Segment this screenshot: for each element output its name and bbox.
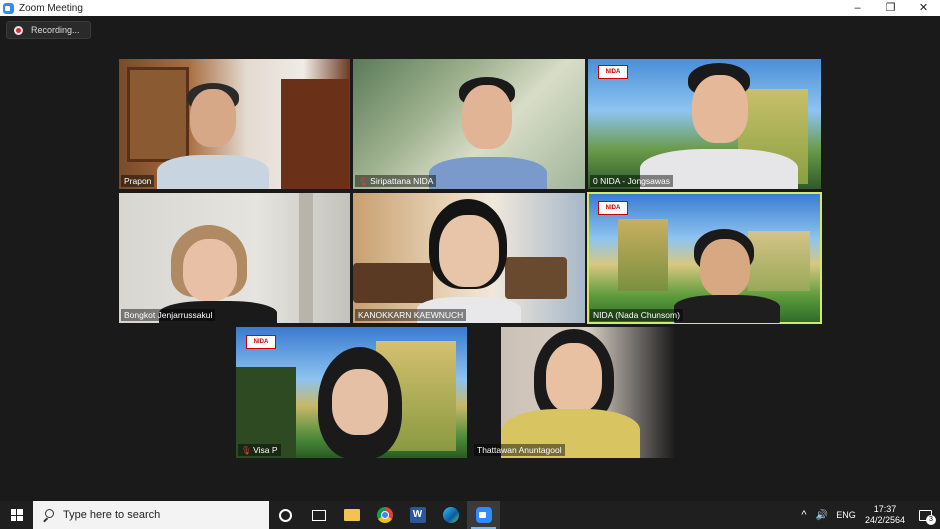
participant-name: Bongkot Jenjarrussakul [121,309,216,321]
participant-face [546,343,602,413]
action-center-button[interactable]: 3 [910,501,940,529]
edge-button[interactable] [434,501,467,529]
zoom-logo-icon [3,2,14,14]
zoom-meeting-window: Zoom Meeting – ❐ ✕ Recording... Prapon 🎙… [0,0,940,501]
participant-name: 🎙 Visa P [238,444,281,456]
wall-painting [127,67,189,162]
video-tile[interactable]: Thattawan Anuntagool [472,327,703,458]
clock-time: 17:37 [873,504,897,514]
nida-logo: NIDA [598,65,628,79]
zoom-icon [475,507,492,523]
participant-name: NIDA (Nada Chunsom) [590,309,683,321]
muted-mic-icon: 🎙 [241,446,252,455]
video-tile[interactable]: KANOKKARN KAEWNUCH [353,193,585,323]
participant-body [429,157,547,189]
tile-letterbox [472,327,501,458]
clock-date: 24/2/2564 [864,515,906,525]
background-building [618,219,668,291]
participant-face [462,85,512,149]
cortana-button[interactable] [269,501,302,529]
show-hidden-icons-button[interactable]: ^ [796,509,812,521]
background-building [748,231,810,291]
door-frame [299,193,313,323]
recording-indicator[interactable]: Recording... [6,21,91,39]
participant-face [190,89,236,147]
chrome-button[interactable] [368,501,401,529]
muted-mic-icon: 🎙 [358,177,369,186]
notification-count: 3 [926,515,936,525]
cortana-icon [279,508,292,522]
close-button[interactable]: ✕ [907,0,940,16]
bookshelf [281,79,349,189]
file-explorer-button[interactable] [335,501,368,529]
windows-logo-icon [10,509,23,521]
speaker-icon[interactable]: 🔊 [812,510,832,521]
chrome-icon [376,507,393,523]
task-view-icon [311,509,326,521]
participant-face [332,369,388,435]
participant-body [674,295,780,323]
video-tile-active-speaker[interactable]: NIDA NIDA (Nada Chunsom) [587,192,822,324]
video-tile[interactable]: NIDA 🎙 Visa P [236,327,467,458]
participant-face [183,239,237,301]
record-icon [14,25,23,35]
system-tray: ^ 🔊 ENG 17:37 24/2/2564 3 [796,501,940,529]
edge-icon [442,507,459,523]
participant-face [700,239,750,297]
video-tile[interactable]: Bongkot Jenjarrussakul [119,193,350,323]
taskbar-search-box[interactable]: Type here to search [33,501,269,529]
video-tile[interactable]: NIDA 0 NIDA - Jongsawas [588,59,821,189]
language-indicator[interactable]: ENG [832,510,860,520]
participant-name: KANOKKARN KAEWNUCH [355,309,467,321]
participant-name: Prapon [121,175,155,187]
word-icon: W [409,507,426,523]
participant-body [157,155,269,189]
participant-name: 🎙 Siripattana NIDA [355,175,437,187]
window-title: Zoom Meeting [19,2,83,14]
background-sofa [353,263,433,303]
video-tile[interactable]: 🎙 Siripattana NIDA [353,59,585,189]
participant-name: Thattawan Anuntagool [474,444,565,456]
windows-taskbar: Type here to search W ^ 🔊 ENG 17:37 24/2… [0,501,940,529]
video-tile[interactable]: Prapon [119,59,350,189]
clock[interactable]: 17:37 24/2/2564 [860,504,910,526]
background-chair [505,257,567,299]
nida-logo: NIDA [598,201,628,215]
title-bar: Zoom Meeting – ❐ ✕ [0,0,940,16]
nida-logo: NIDA [246,335,276,349]
start-button[interactable] [0,501,33,529]
window-controls: – ❐ ✕ [841,0,940,16]
participant-face [692,75,748,143]
search-icon [42,509,54,521]
recording-label: Recording... [31,25,80,35]
participant-face [439,215,499,287]
word-button[interactable]: W [401,501,434,529]
search-placeholder: Type here to search [63,509,161,521]
zoom-taskbar-button[interactable] [467,501,500,529]
minimize-button[interactable]: – [841,0,874,16]
task-view-button[interactable] [302,501,335,529]
file-explorer-icon [343,509,360,521]
restore-button[interactable]: ❐ [874,0,907,16]
participant-name: 0 NIDA - Jongsawas [590,175,674,187]
